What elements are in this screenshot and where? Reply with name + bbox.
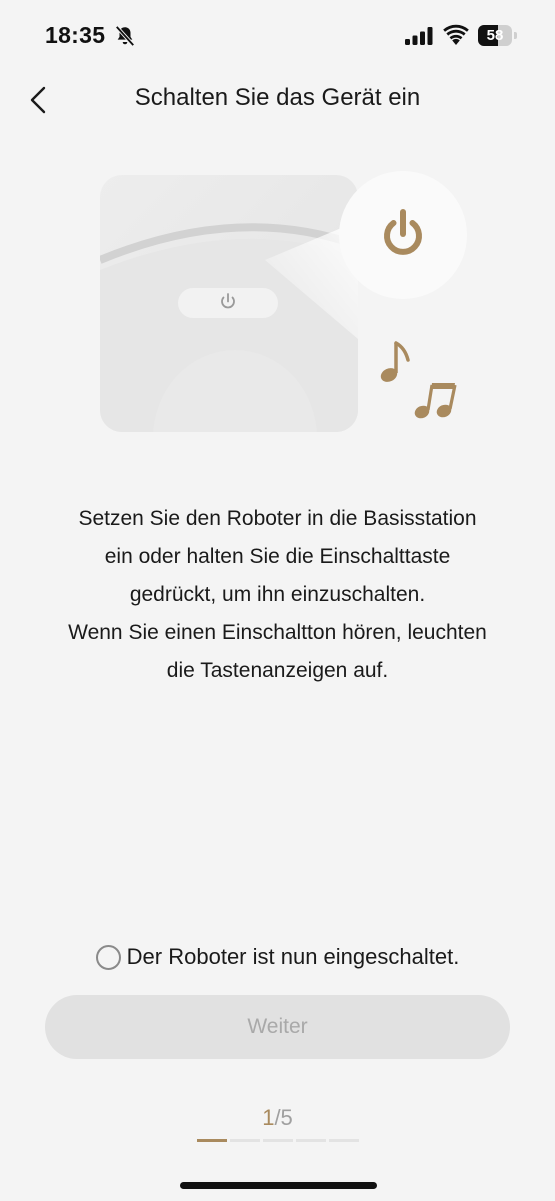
radio-circle-icon[interactable] <box>95 944 121 970</box>
powered-on-confirm-checkbox[interactable]: Der Roboter ist nun eingeschaltet. <box>0 944 555 970</box>
music-note-icon <box>380 341 410 382</box>
instruction-text: Setzen Sie den Roboter in die Basisstati… <box>20 500 535 690</box>
instruction-line: ein oder halten Sie die Einschalttaste <box>104 545 451 568</box>
robot-power-button-icon <box>178 288 278 318</box>
step-current: 1 <box>262 1105 275 1130</box>
battery-level: 58 <box>486 27 504 44</box>
next-button[interactable]: Weiter <box>45 995 510 1059</box>
page-title: Schalten Sie das Gerät ein <box>134 84 421 111</box>
robot-illustration <box>100 171 467 432</box>
home-indicator[interactable] <box>180 1182 377 1189</box>
status-bar: 18:35 58 <box>0 0 555 74</box>
instruction-line: gedrückt, um ihn einzuschalten. <box>129 583 426 606</box>
cellular-signal-icon <box>405 27 433 45</box>
battery-icon: 58 <box>478 25 518 46</box>
confirm-label: Der Roboter ist nun eingeschaltet. <box>126 944 460 969</box>
double-music-note-icon <box>414 383 457 419</box>
step-total: /5 <box>274 1105 293 1130</box>
instruction-line: Wenn Sie einen Einschaltton hören, leuch… <box>68 621 487 644</box>
step-segment <box>263 1139 293 1142</box>
step-segment <box>230 1139 260 1142</box>
instruction-line: Setzen Sie den Roboter in die Basisstati… <box>78 507 477 530</box>
status-time: 18:35 <box>45 22 106 48</box>
instruction-line: die Tastenanzeigen auf. <box>166 659 389 682</box>
wifi-icon <box>443 24 469 45</box>
step-segment <box>329 1139 359 1142</box>
power-icon <box>339 171 467 299</box>
step-progress <box>197 1139 359 1142</box>
step-segment <box>197 1139 227 1142</box>
step-counter: 1/5 <box>0 1105 555 1131</box>
step-segment <box>296 1139 326 1142</box>
bell-slash-icon <box>115 25 135 47</box>
